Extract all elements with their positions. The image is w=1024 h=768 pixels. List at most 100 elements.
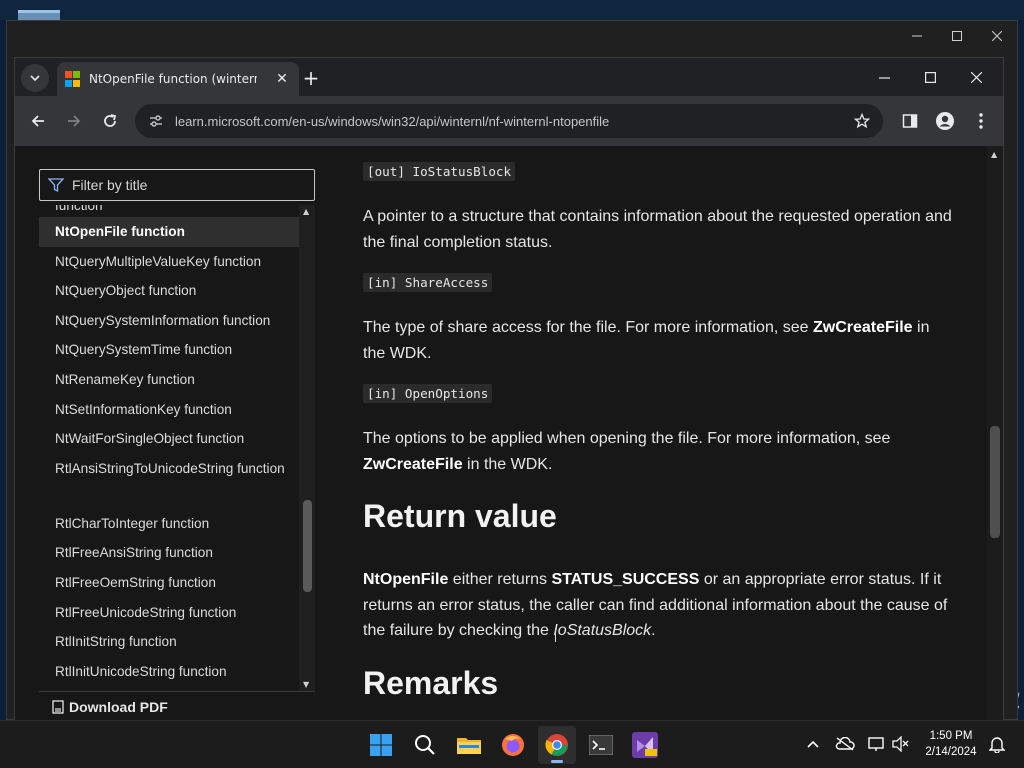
zwcreatefile-link[interactable]: ZwCreateFile [813, 319, 913, 336]
notifications-button[interactable] [986, 733, 1008, 755]
page-scroll-thumb[interactable] [990, 426, 1000, 538]
profile-button[interactable] [930, 106, 960, 136]
share-access-text-pre: The type of share access for the file. F… [363, 319, 813, 336]
maximize-button[interactable] [937, 21, 977, 51]
close-icon [970, 71, 982, 83]
toc-item[interactable]: RtlFreeOemString function [39, 568, 299, 598]
open-options-text-pre: The options to be applied when opening t… [363, 430, 891, 447]
toc-item[interactable]: NtWaitForSingleObject function [39, 424, 299, 454]
bookmark-star-icon[interactable] [851, 110, 873, 132]
address-bar[interactable]: learn.microsoft.com/en-us/windows/win32/… [135, 104, 883, 138]
toc-item[interactable]: RtlInitUnicodeString function [39, 657, 299, 687]
taskbar-search-button[interactable] [406, 726, 444, 764]
new-tab-button[interactable]: + [297, 64, 325, 92]
visual-studio-button[interactable] [626, 726, 664, 764]
profile-avatar-icon [936, 112, 954, 130]
pdf-document-icon [52, 699, 64, 714]
back-button[interactable] [23, 106, 53, 136]
browser-toolbar: learn.microsoft.com/en-us/windows/win32/… [15, 96, 1003, 146]
minimize-icon [878, 76, 890, 79]
scroll-up-icon[interactable]: ▲ [991, 150, 997, 159]
toc-item[interactable]: NtQuerySystemTime function [39, 335, 299, 365]
chrome-button[interactable] [538, 726, 576, 764]
microsoft-logo-icon [65, 71, 81, 87]
close-icon [992, 31, 1002, 41]
toc-item[interactable]: RtlFreeUnicodeString function [39, 598, 299, 628]
zwcreatefile-link[interactable]: ZwCreateFile [363, 456, 463, 473]
network-tray-button[interactable] [866, 733, 888, 755]
address-url[interactable]: learn.microsoft.com/en-us/windows/win32/… [175, 114, 609, 129]
browser-close-button[interactable] [953, 58, 999, 96]
side-panel-button[interactable] [895, 106, 925, 136]
file-explorer-button[interactable] [450, 726, 488, 764]
browser-maximize-button[interactable] [907, 58, 953, 96]
firefox-button[interactable] [494, 726, 532, 764]
toc-item[interactable]: NtSetInformationKey function [39, 395, 299, 425]
arrow-left-icon [31, 115, 44, 127]
onedrive-tray-button[interactable] [834, 733, 856, 755]
browser-window-controls [861, 58, 999, 96]
minimize-icon [912, 35, 922, 37]
param-open-options: [in] OpenOptions [363, 384, 493, 403]
site-info-icon[interactable] [145, 110, 167, 132]
background-window-controls [897, 21, 1017, 51]
toc-item-active[interactable]: NtOpenFile function [39, 217, 299, 247]
browser-menu-button[interactable] [966, 106, 996, 136]
toc-item[interactable]: NtQueryMultipleValueKey function [39, 247, 299, 277]
side-panel-icon [902, 114, 918, 128]
toc-scroll-thumb[interactable] [303, 500, 312, 592]
toc-item[interactable]: RtlCharToInteger function [39, 509, 299, 539]
speaker-muted-icon [892, 736, 909, 752]
filter-by-title-box[interactable] [39, 169, 315, 201]
toc-list: function NtOpenFile function NtQueryMultip… [39, 205, 299, 686]
tab-search-button[interactable] [21, 64, 49, 92]
show-hidden-icons-button[interactable] [802, 733, 824, 755]
close-button[interactable] [977, 21, 1017, 51]
tab-close-button[interactable]: ✕ [273, 71, 291, 87]
chevron-down-icon [30, 75, 40, 82]
open-options-description: The options to be applied when opening t… [363, 426, 955, 477]
tab-strip: NtOpenFile function (winternl.h) ✕ + [15, 58, 1003, 96]
toc-item[interactable]: RtlInitString function [39, 627, 299, 657]
toc-scrollbar[interactable]: ▲ ▼ [299, 205, 315, 691]
minimize-button[interactable] [897, 21, 937, 51]
reload-button[interactable] [95, 106, 125, 136]
chevron-up-icon [807, 740, 819, 748]
download-pdf-link[interactable]: Download PDF [39, 691, 315, 721]
browser-window: NtOpenFile function (winternl.h) ✕ + [14, 57, 1004, 721]
maximize-icon [952, 31, 962, 41]
toc-item[interactable]: NtRenameKey function [39, 365, 299, 395]
reload-icon [104, 114, 117, 127]
terminal-button[interactable] [582, 726, 620, 764]
page-scrollbar[interactable]: ▲ [987, 146, 1003, 721]
page-content: functionNtOpenFile functionNtQueryMultip… [15, 146, 1003, 721]
toc-item[interactable]: NtQuerySystemInformation function [39, 306, 299, 336]
remarks-heading: Remarks [363, 665, 499, 701]
param-io-status-block: [out] IoStatusBlock [363, 162, 516, 181]
forward-button[interactable] [59, 106, 89, 136]
taskbar: 1:50 PM 2/14/2024 [0, 720, 1024, 768]
bell-icon [989, 737, 1005, 753]
search-icon [415, 735, 435, 755]
volume-tray-button[interactable] [890, 733, 912, 755]
table-of-contents: function NtOpenFile function NtQueryMultip… [39, 205, 315, 691]
toc-item[interactable]: function [39, 205, 299, 217]
filter-icon [48, 178, 64, 193]
toc-item[interactable]: RtlAnsiStringToUnicodeString function [39, 454, 299, 509]
scroll-down-icon[interactable]: ▼ [303, 680, 309, 689]
toc-item[interactable]: NtQueryObject function [39, 276, 299, 306]
status-success-term: STATUS_SUCCESS [551, 571, 700, 588]
return-value-description: NtOpenFile either returns STATUS_SUCCESS… [363, 567, 955, 644]
desktop-top-strip [0, 0, 1024, 20]
tab-active[interactable]: NtOpenFile function (winternl.h) ✕ [57, 62, 299, 96]
cloud-offline-icon [835, 737, 855, 751]
toc-item[interactable]: RtlFreeAnsiString function [39, 538, 299, 568]
windows-start-icon [370, 734, 392, 756]
start-button[interactable] [362, 726, 400, 764]
chrome-icon [545, 734, 568, 756]
browser-minimize-button[interactable] [861, 58, 907, 96]
io-status-block-term: IoStatusBlock [553, 622, 652, 639]
taskbar-clock[interactable]: 1:50 PM 2/14/2024 [916, 728, 986, 760]
filter-by-title-input[interactable] [72, 177, 302, 193]
scroll-up-icon[interactable]: ▲ [303, 207, 309, 216]
